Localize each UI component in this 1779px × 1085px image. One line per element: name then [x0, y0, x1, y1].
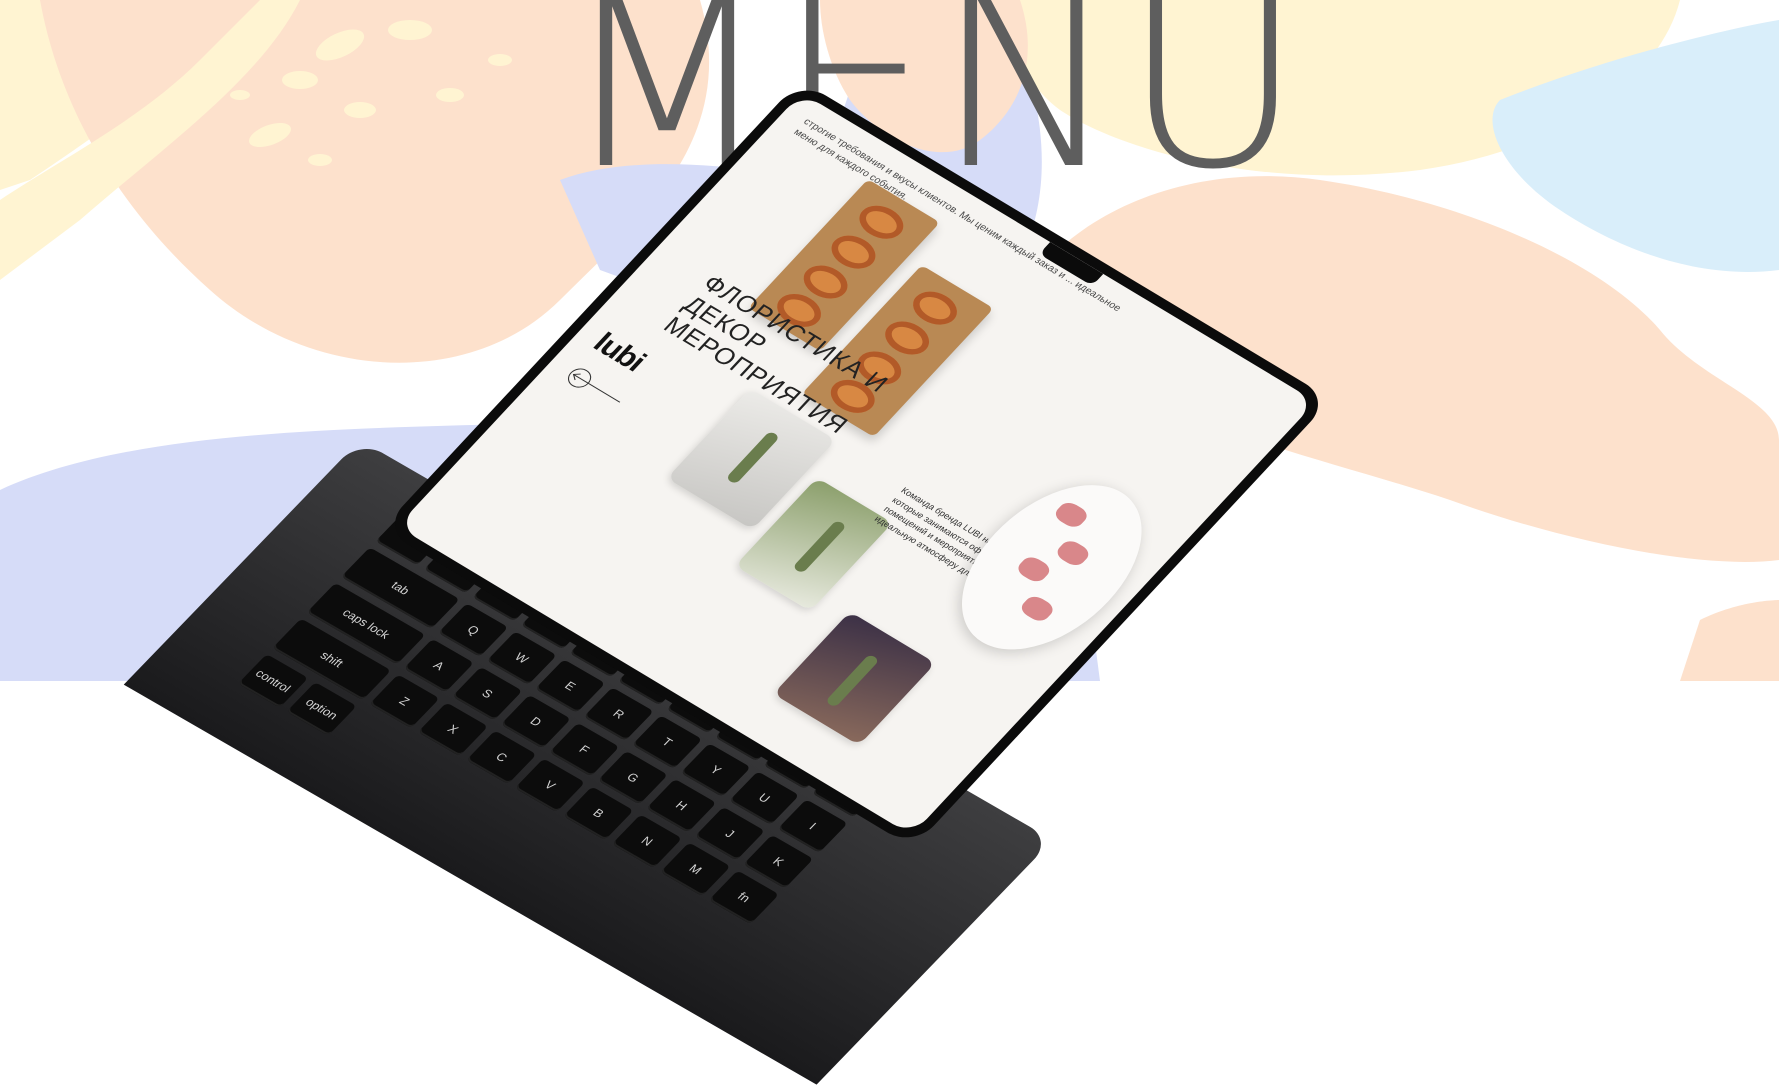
event-hall-photo — [773, 612, 935, 746]
ham-canape — [1014, 554, 1053, 585]
ham-canape — [1052, 499, 1091, 530]
lubi-logo[interactable]: lubi — [586, 327, 652, 378]
ham-canape — [1053, 538, 1092, 569]
ham-canape — [1018, 593, 1057, 624]
